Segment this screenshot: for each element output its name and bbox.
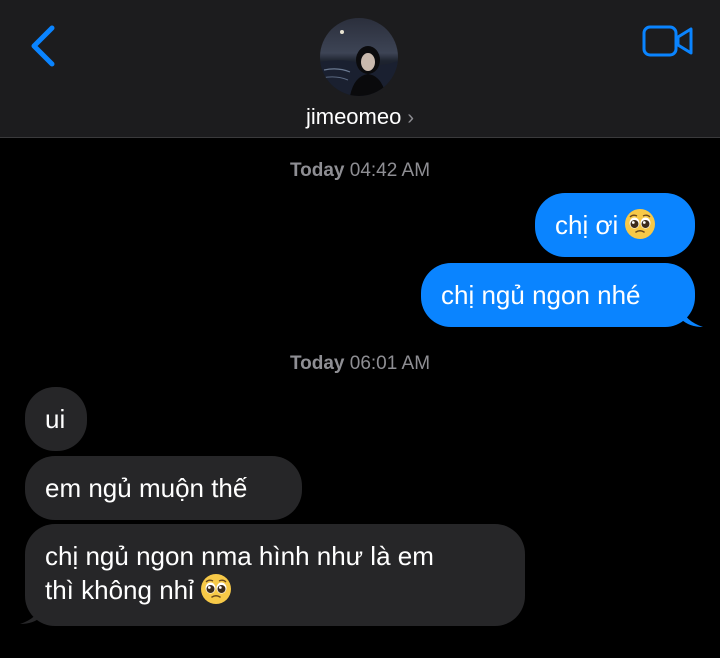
timestamp-time: 06:01 AM [349, 353, 431, 374]
back-button[interactable] [24, 20, 64, 72]
received-message-bubble[interactable]: em ngủ muộn thế [25, 456, 302, 520]
chevron-left-icon [31, 25, 55, 67]
message-text-line: chị ngủ ngon nma hình như là em [45, 541, 434, 571]
message-text: em ngủ muộn thế [45, 473, 248, 503]
message-text: ui [45, 404, 66, 434]
received-bubble-tail [20, 604, 42, 624]
timestamp-separator: Today 06:01 AM [0, 353, 720, 375]
timestamp-day: Today [289, 353, 345, 374]
chevron-right-icon: › [407, 107, 415, 129]
message-text: chị ngủ ngon nhé [441, 280, 641, 310]
message-text-line: thì không nhỉ [45, 573, 505, 607]
received-message-bubble[interactable]: ui [25, 387, 87, 451]
message-text: thì không nhỉ [45, 575, 194, 605]
contact-name: jimeomeo [305, 104, 402, 129]
received-message-bubble[interactable]: chị ngủ ngon nma hình như là em thì khôn… [25, 524, 525, 626]
timestamp-day: Today [289, 160, 345, 181]
contact-name-button[interactable]: jimeomeo › [0, 104, 720, 130]
contact-avatar[interactable] [320, 18, 398, 96]
sent-bubble-tail [681, 307, 703, 327]
sent-message-bubble[interactable]: chị ơi [535, 193, 695, 257]
pleading-face-icon [625, 209, 656, 239]
timestamp-separator: Today 04:42 AM [0, 160, 720, 182]
conversation-header: jimeomeo › [0, 0, 720, 138]
pleading-face-icon [200, 574, 231, 604]
avatar-photo [320, 18, 398, 96]
timestamp-time: 04:42 AM [349, 160, 431, 181]
sent-message-bubble[interactable]: chị ngủ ngon nhé [421, 263, 695, 327]
facetime-video-button[interactable] [640, 22, 696, 60]
message-text: chị ơi [555, 210, 619, 240]
video-camera-icon [642, 25, 693, 57]
